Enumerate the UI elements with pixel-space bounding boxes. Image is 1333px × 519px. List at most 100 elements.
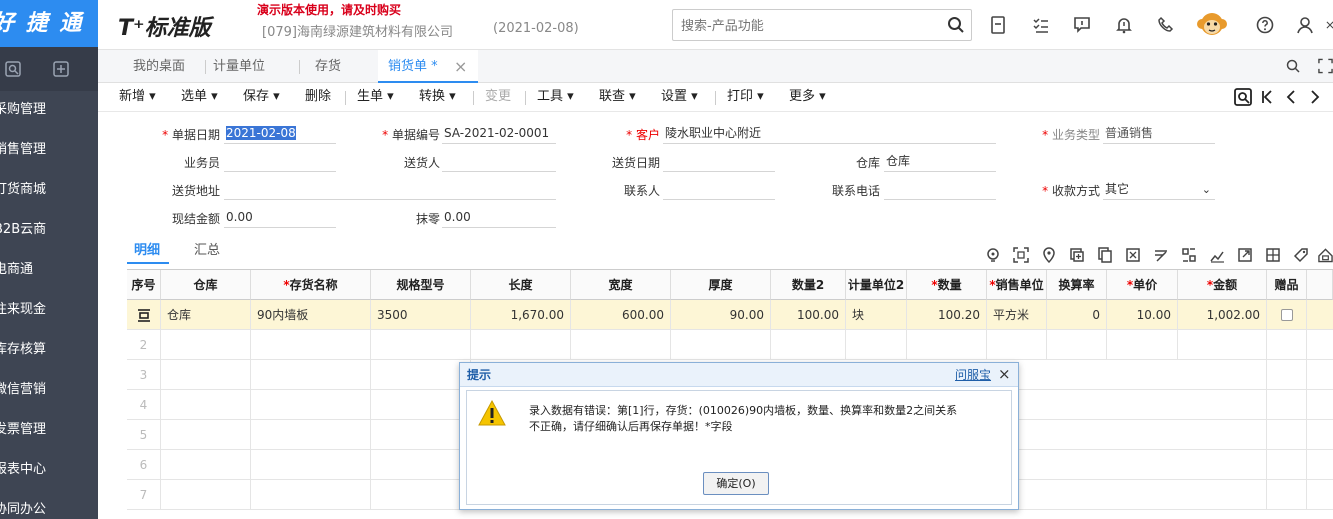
monkey-mascot-icon[interactable] bbox=[1196, 9, 1228, 41]
insert-row-icon[interactable] bbox=[1068, 246, 1086, 264]
sidebar-item-b2b[interactable]: B2B云商 bbox=[0, 210, 98, 250]
column-settings-icon[interactable] bbox=[1264, 246, 1282, 264]
col-header[interactable]: 仓库 bbox=[161, 270, 251, 300]
sidebar-item-cash[interactable]: 往来现金 bbox=[0, 290, 98, 330]
dialog-close-icon[interactable]: × bbox=[998, 363, 1011, 385]
help-link[interactable]: 问服宝 bbox=[955, 363, 991, 387]
print-button[interactable]: 打印 ▾ bbox=[727, 83, 764, 111]
round-off-field[interactable]: 0.00 bbox=[442, 208, 556, 228]
row-action-icon[interactable] bbox=[127, 300, 161, 330]
tab-search-icon[interactable] bbox=[1284, 57, 1302, 75]
doc-no-field[interactable]: SA-2021-02-0001 bbox=[442, 124, 556, 144]
biz-type-field[interactable]: 普通销售 bbox=[1103, 124, 1215, 144]
delete-button[interactable]: 删除 bbox=[305, 83, 331, 111]
change-button[interactable]: 变更 bbox=[485, 83, 511, 111]
location-icon[interactable] bbox=[1040, 246, 1058, 264]
help-icon[interactable] bbox=[1256, 16, 1274, 34]
query-button[interactable]: 联查 ▾ bbox=[599, 83, 636, 111]
print-preview-icon[interactable] bbox=[1318, 246, 1333, 264]
convert-button[interactable]: 转换 ▾ bbox=[419, 83, 456, 111]
cell-length[interactable]: 1,670.00 bbox=[471, 300, 571, 330]
phone-icon[interactable] bbox=[1157, 16, 1175, 34]
col-header[interactable]: 换算率 bbox=[1047, 270, 1107, 300]
cell-width[interactable]: 600.00 bbox=[571, 300, 671, 330]
search-panel-icon[interactable] bbox=[4, 60, 22, 78]
tag-icon[interactable] bbox=[1292, 246, 1310, 264]
col-header[interactable]: *单价 bbox=[1107, 270, 1178, 300]
delivery-date-field[interactable] bbox=[663, 152, 775, 172]
select-doc-button[interactable]: 选单 ▾ bbox=[181, 83, 218, 111]
dialog-title-bar[interactable]: 提示 问服宝 × bbox=[460, 363, 1018, 387]
first-record-icon[interactable] bbox=[1258, 88, 1276, 106]
tab-sales-order[interactable]: 销货单 * × bbox=[378, 50, 478, 83]
search-input[interactable] bbox=[681, 16, 931, 36]
contact-field[interactable] bbox=[663, 180, 775, 200]
sidebar-item-order-mall[interactable]: 订货商城 bbox=[0, 170, 98, 210]
task-list-icon[interactable] bbox=[1032, 16, 1050, 34]
col-header[interactable]: *销售单位 bbox=[987, 270, 1047, 300]
generate-button[interactable]: 生单 ▾ bbox=[357, 83, 394, 111]
sidebar-item-purchase[interactable]: 采购管理 bbox=[0, 90, 98, 130]
sidebar-item-sales[interactable]: 销售管理 bbox=[0, 130, 98, 170]
user-icon[interactable] bbox=[1296, 16, 1314, 34]
sidebar-item-inventory[interactable]: 库存核算 bbox=[0, 330, 98, 370]
delete-row-icon[interactable] bbox=[1124, 246, 1142, 264]
settings-button[interactable]: 设置 ▾ bbox=[661, 83, 698, 111]
cell-rate[interactable]: 0 bbox=[1047, 300, 1107, 330]
search-icon[interactable] bbox=[947, 16, 965, 34]
cell-amount[interactable]: 1,002.00 bbox=[1178, 300, 1267, 330]
cell-qty[interactable]: 100.20 bbox=[907, 300, 987, 330]
delivery-address-field[interactable] bbox=[224, 180, 556, 200]
doc-date-field[interactable]: 2021-02-08 bbox=[224, 124, 336, 144]
add-shortcut-icon[interactable] bbox=[52, 60, 70, 78]
cell-warehouse[interactable]: 仓库 bbox=[161, 300, 251, 330]
ok-button[interactable]: 确定(O) bbox=[703, 472, 769, 495]
close-window-icon[interactable] bbox=[1325, 16, 1333, 34]
sidebar-item-invoice[interactable]: 发票管理 bbox=[0, 410, 98, 450]
col-header[interactable]: 厚度 bbox=[671, 270, 771, 300]
warehouse-field[interactable]: 仓库 bbox=[884, 152, 996, 172]
search-box[interactable] bbox=[672, 9, 972, 41]
sidebar-item-reports[interactable]: 报表中心 bbox=[0, 450, 98, 490]
tools-button[interactable]: 工具 ▾ bbox=[537, 83, 574, 111]
demo-notice[interactable]: 演示版本使用，请及时购买 bbox=[257, 1, 401, 18]
col-header[interactable]: 赠品 bbox=[1267, 270, 1307, 300]
message-icon[interactable] bbox=[1073, 16, 1091, 34]
more-button[interactable]: 更多 ▾ bbox=[789, 83, 826, 111]
deliverer-field[interactable] bbox=[442, 152, 556, 172]
batch-edit-icon[interactable] bbox=[1152, 246, 1170, 264]
gift-checkbox[interactable] bbox=[1267, 300, 1307, 330]
cell-spec[interactable]: 3500 bbox=[371, 300, 471, 330]
table-row[interactable]: 2 bbox=[127, 330, 1333, 360]
cell-qty2[interactable]: 100.00 bbox=[771, 300, 846, 330]
sidebar-item-ecommerce[interactable]: 电商通 bbox=[0, 250, 98, 290]
chart-icon[interactable] bbox=[1208, 246, 1226, 264]
col-header[interactable]: *存货名称 bbox=[251, 270, 371, 300]
notification-bell-icon[interactable] bbox=[1115, 16, 1133, 34]
tab-units[interactable]: 计量单位 bbox=[213, 50, 265, 82]
col-header[interactable]: 规格型号 bbox=[371, 270, 471, 300]
sidebar-item-office[interactable]: 协同办公 bbox=[0, 490, 98, 519]
col-header[interactable]: *数量 bbox=[907, 270, 987, 300]
col-header[interactable]: *金额 bbox=[1178, 270, 1267, 300]
copy-row-icon[interactable] bbox=[1096, 246, 1114, 264]
sidebar-item-wechat[interactable]: 微信营销 bbox=[0, 370, 98, 410]
next-record-icon[interactable] bbox=[1306, 88, 1324, 106]
tab-desktop[interactable]: 我的桌面 bbox=[133, 50, 185, 82]
phone-field[interactable] bbox=[884, 180, 996, 200]
scan-icon[interactable] bbox=[1012, 246, 1030, 264]
salesman-field[interactable] bbox=[224, 152, 336, 172]
new-button[interactable]: 新增 ▾ bbox=[119, 83, 156, 111]
cell-sale-unit[interactable]: 平方米 bbox=[987, 300, 1047, 330]
tab-inventory[interactable]: 存货 bbox=[315, 50, 341, 82]
customer-field[interactable]: 陵水职业中心附近 bbox=[663, 124, 996, 144]
document-icon[interactable] bbox=[989, 16, 1007, 34]
subtab-detail[interactable]: 明细 bbox=[134, 239, 160, 258]
col-header[interactable]: 数量2 bbox=[771, 270, 846, 300]
cell-item-name[interactable]: 90内墙板 bbox=[251, 300, 371, 330]
table-row[interactable]: 仓库 90内墙板 3500 1,670.00 600.00 90.00 100.… bbox=[127, 300, 1333, 330]
col-header[interactable]: 长度 bbox=[471, 270, 571, 300]
subtab-summary[interactable]: 汇总 bbox=[194, 239, 220, 258]
doc-search-icon[interactable] bbox=[1234, 88, 1252, 106]
fullscreen-icon[interactable] bbox=[1318, 57, 1333, 75]
